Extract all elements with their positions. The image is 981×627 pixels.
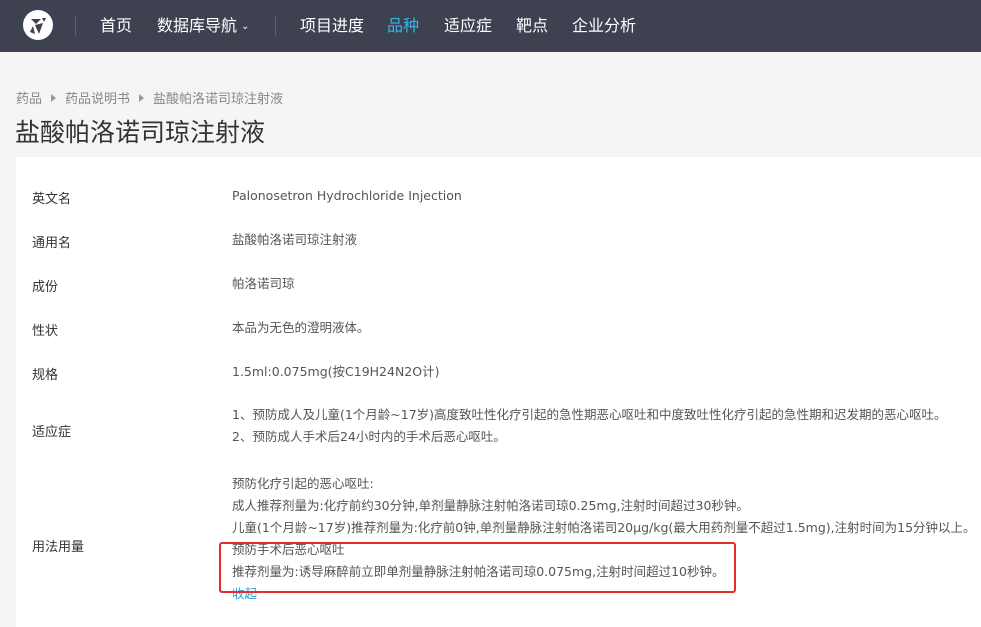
appearance-label: 性状 [32, 324, 59, 339]
nav-item-company-analysis[interactable]: 企业分析 [572, 16, 636, 36]
breadcrumb: 药品 药品说明书 盐酸帕洛诺司琼注射液 [16, 88, 283, 107]
dosage-line: 儿童(1个月龄~17岁)推荐剂量为:化疗前0钟,单剂量静脉注射帕洛诺司20μg/… [232, 520, 976, 535]
spec-label: 规格 [32, 368, 59, 383]
dosage-label: 用法用量 [32, 540, 85, 555]
indication-line: 1、预防成人及儿童(1个月龄~17岁)高度致吐性化疗引起的急性期恶心呕吐和中度致… [232, 407, 947, 422]
ingredient-value: 帕洛诺司琼 [232, 276, 295, 291]
nav-divider [75, 16, 76, 36]
highlight-box [219, 542, 736, 593]
ingredient-label: 成份 [32, 280, 59, 295]
drug-detail-card: 英文名 Palonosetron Hydrochloride Injection… [16, 157, 981, 627]
chevron-down-icon: ⌄ [241, 21, 250, 32]
nav-item-home[interactable]: 首页 [100, 16, 132, 36]
indication-value: 1、预防成人及儿童(1个月龄~17岁)高度致吐性化疗引起的急性期恶心呕吐和中度致… [232, 404, 947, 448]
caret-right-icon [51, 93, 57, 102]
english-name-value: Palonosetron Hydrochloride Injection [232, 188, 462, 203]
appearance-value: 本品为无色的澄明液体。 [232, 320, 370, 335]
nav-item-database[interactable]: 数据库导航 ⌄ [157, 16, 249, 39]
breadcrumb-drugs[interactable]: 药品 [16, 92, 42, 107]
generic-name-value: 盐酸帕洛诺司琼注射液 [232, 232, 358, 247]
page-title: 盐酸帕洛诺司琼注射液 [15, 118, 266, 147]
top-nav-bar: 首页 数据库导航 ⌄ 项目进度 品种 适应症 靶点 企业分析 [0, 0, 981, 52]
generic-name-label: 通用名 [32, 236, 72, 251]
dosage-line: 预防化疗引起的恶心呕吐: [232, 476, 374, 491]
indication-label: 适应症 [32, 425, 72, 440]
nav-item-varieties[interactable]: 品种 [387, 16, 419, 36]
nav-item-indications[interactable]: 适应症 [444, 16, 492, 36]
dosage-line: 成人推荐剂量为:化疗前约30分钟,单剂量静脉注射帕洛诺司琼0.25mg,注射时间… [232, 498, 749, 513]
nav-item-database-label: 数据库导航 [157, 16, 238, 35]
nav-item-targets[interactable]: 靶点 [516, 16, 548, 36]
nav-divider [275, 16, 276, 36]
breadcrumb-current: 盐酸帕洛诺司琼注射液 [153, 92, 284, 107]
english-name-label: 英文名 [32, 192, 72, 207]
breadcrumb-leaflet[interactable]: 药品说明书 [65, 92, 130, 107]
caret-right-icon [139, 93, 145, 102]
logo-icon[interactable] [23, 10, 53, 40]
nav-item-progress[interactable]: 项目进度 [300, 16, 364, 36]
indication-line: 2、预防成人手术后24小时内的手术后恶心呕吐。 [232, 429, 506, 444]
spec-value: 1.5ml:0.075mg(按C19H24N2O计) [232, 364, 440, 379]
